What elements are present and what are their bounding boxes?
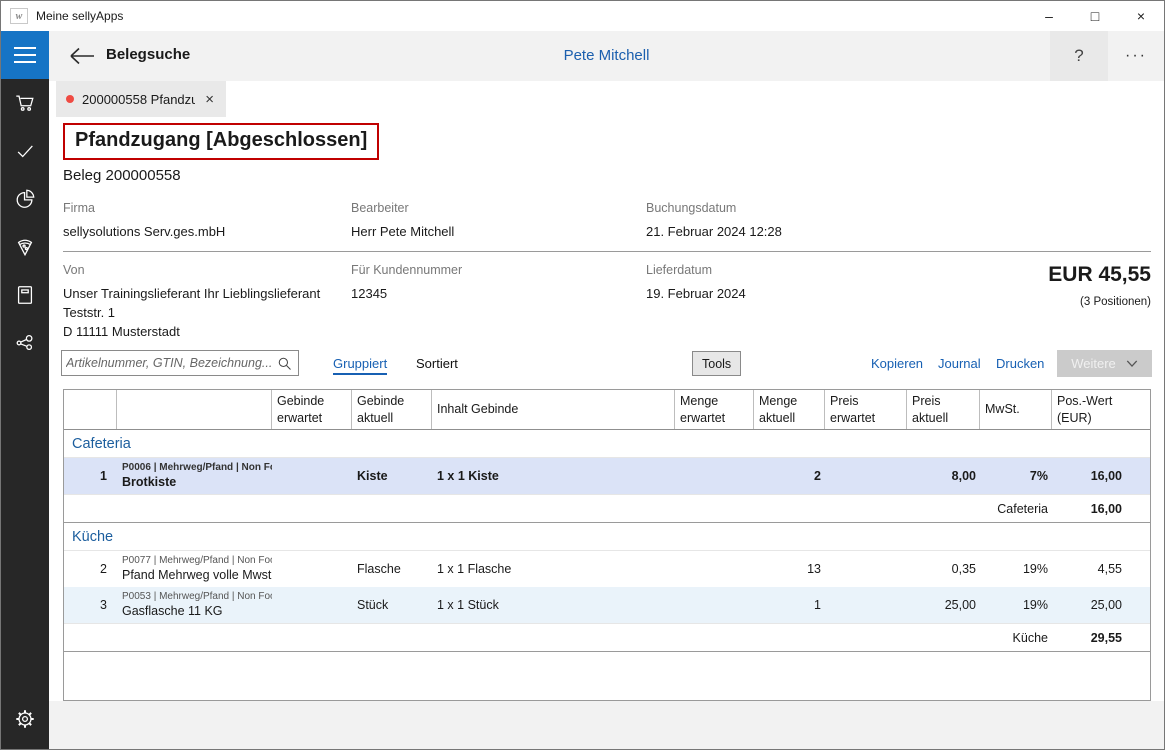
- hamburger-menu-button[interactable]: [1, 31, 49, 79]
- divider: [63, 251, 1151, 252]
- field-lieferdatum: Lieferdatum 19. Februar 2024: [646, 263, 746, 303]
- article-code: P0077 | Mehrweg/Pfand | Non Food: [122, 555, 272, 567]
- tab-label: 200000558 Pfandzu...: [82, 92, 195, 107]
- nav-bar: Belegsuche Pete Mitchell ? ···: [49, 31, 1164, 81]
- field-buchungsdatum: Buchungsdatum 21. Februar 2024 12:28: [646, 201, 782, 241]
- tools-button[interactable]: Tools: [692, 351, 741, 376]
- positions-count: (3 Positionen): [1048, 296, 1151, 308]
- group-header-kueche: Küche: [64, 523, 1150, 551]
- sidebar-item-share[interactable]: [1, 319, 49, 367]
- table-row[interactable]: 3 P0053 | Mehrweg/Pfand | Non Food Gasfl…: [64, 587, 1150, 623]
- search-box: [61, 350, 299, 376]
- table-row[interactable]: 1 P0006 | Mehrweg/Pfand | Non Food Brotk…: [64, 458, 1150, 494]
- hamburger-icon: [14, 47, 36, 49]
- col-preis-aktuell: Preis aktuell: [907, 390, 980, 429]
- sidebar-item-journal[interactable]: [1, 271, 49, 319]
- sidebar: [1, 31, 49, 749]
- back-button[interactable]: [65, 44, 99, 68]
- sidebar-item-statistics[interactable]: [1, 175, 49, 223]
- col-inhalt-gebinde: Inhalt Gebinde: [432, 390, 675, 429]
- more-icon: ···: [1125, 47, 1147, 65]
- tab-close-icon[interactable]: ×: [203, 91, 216, 108]
- title-bar: w Meine sellyApps – □ ×: [1, 1, 1164, 31]
- field-firma: Firma sellysolutions Serv.ges.mbH: [63, 201, 225, 241]
- search-input[interactable]: [62, 351, 277, 375]
- pie-chart-icon: [14, 188, 36, 210]
- article-name: Brotkiste: [122, 475, 176, 490]
- article-code: P0006 | Mehrweg/Pfand | Non Food: [122, 462, 272, 474]
- maximize-button[interactable]: □: [1072, 1, 1118, 31]
- document-view: Pfandzugang [Abgeschlossen] Beleg 200000…: [49, 117, 1164, 749]
- total-amount: EUR 45,55: [1048, 263, 1151, 287]
- group-subtotal-cafeteria: Cafeteria 16,00: [64, 494, 1150, 523]
- search-icon[interactable]: [277, 356, 292, 371]
- app-icon: w: [10, 8, 28, 24]
- col-gebinde-erwartet: Gebinde erwartet: [272, 390, 352, 429]
- sidebar-item-cart[interactable]: [1, 79, 49, 127]
- col-gebinde-aktuell: Gebinde aktuell: [352, 390, 432, 429]
- tab-bar: 200000558 Pfandzu... ×: [49, 81, 1164, 117]
- sidebar-item-food[interactable]: [1, 223, 49, 271]
- back-arrow-icon: [68, 46, 96, 66]
- sidebar-item-settings[interactable]: [1, 695, 49, 743]
- col-menge-aktuell: Menge aktuell: [754, 390, 825, 429]
- toggle-sortiert[interactable]: Sortiert: [416, 356, 458, 371]
- group-header-cafeteria: Cafeteria: [64, 430, 1150, 458]
- close-window-button[interactable]: ×: [1118, 1, 1164, 31]
- bottom-strip: [49, 701, 1164, 749]
- drucken-link[interactable]: Drucken: [996, 356, 1044, 371]
- cart-icon: [14, 92, 36, 114]
- user-name: Pete Mitchell: [564, 47, 650, 64]
- table-header: Gebinde erwartet Gebinde aktuell Inhalt …: [64, 390, 1150, 430]
- more-options-button[interactable]: ···: [1108, 31, 1164, 81]
- document-number: Beleg 200000558: [63, 167, 181, 184]
- page-title: Belegsuche: [106, 46, 190, 63]
- gear-icon: [14, 708, 36, 730]
- document-total: EUR 45,55 (3 Positionen): [1048, 263, 1151, 308]
- window-title: Meine sellyApps: [36, 9, 1026, 23]
- group-subtotal-kueche: Küche 29,55: [64, 623, 1150, 652]
- help-icon: ?: [1074, 46, 1083, 66]
- red-status-dot: [66, 95, 74, 103]
- article-name: Gasflasche 11 KG: [122, 604, 223, 619]
- article-code: P0053 | Mehrweg/Pfand | Non Food: [122, 591, 272, 603]
- weitere-dropdown-button[interactable]: Weitere: [1057, 350, 1152, 377]
- field-kundennummer: Für Kundennummer 12345: [351, 263, 462, 303]
- col-mwst: MwSt.: [980, 390, 1052, 429]
- tab-document[interactable]: 200000558 Pfandzu... ×: [56, 81, 226, 117]
- book-icon: [14, 284, 36, 306]
- share-icon: [14, 332, 36, 354]
- minimize-button[interactable]: –: [1026, 1, 1072, 31]
- positions-table: Gebinde erwartet Gebinde aktuell Inhalt …: [63, 389, 1151, 701]
- table-row[interactable]: 2 P0077 | Mehrweg/Pfand | Non Food Pfand…: [64, 551, 1150, 587]
- kopieren-link[interactable]: Kopieren: [871, 356, 923, 371]
- toggle-gruppiert[interactable]: Gruppiert: [333, 356, 387, 375]
- field-bearbeiter: Bearbeiter Herr Pete Mitchell: [351, 201, 454, 241]
- col-menge-erwartet: Menge erwartet: [675, 390, 754, 429]
- article-name: Pfand Mehrweg volle Mwst.: [122, 568, 272, 583]
- sidebar-item-tasks[interactable]: [1, 127, 49, 175]
- col-pos-wert: Pos.-Wert (EUR): [1052, 390, 1150, 429]
- journal-link[interactable]: Journal: [938, 356, 981, 371]
- document-title: Pfandzugang [Abgeschlossen]: [63, 123, 379, 160]
- chevron-down-icon: [1126, 359, 1138, 368]
- help-button[interactable]: ?: [1050, 31, 1108, 81]
- field-von: Von Unser Trainingslieferant Ihr Lieblin…: [63, 263, 320, 341]
- checkmark-icon: [14, 140, 36, 162]
- col-preis-erwartet: Preis erwartet: [825, 390, 907, 429]
- pizza-slice-icon: [14, 236, 36, 258]
